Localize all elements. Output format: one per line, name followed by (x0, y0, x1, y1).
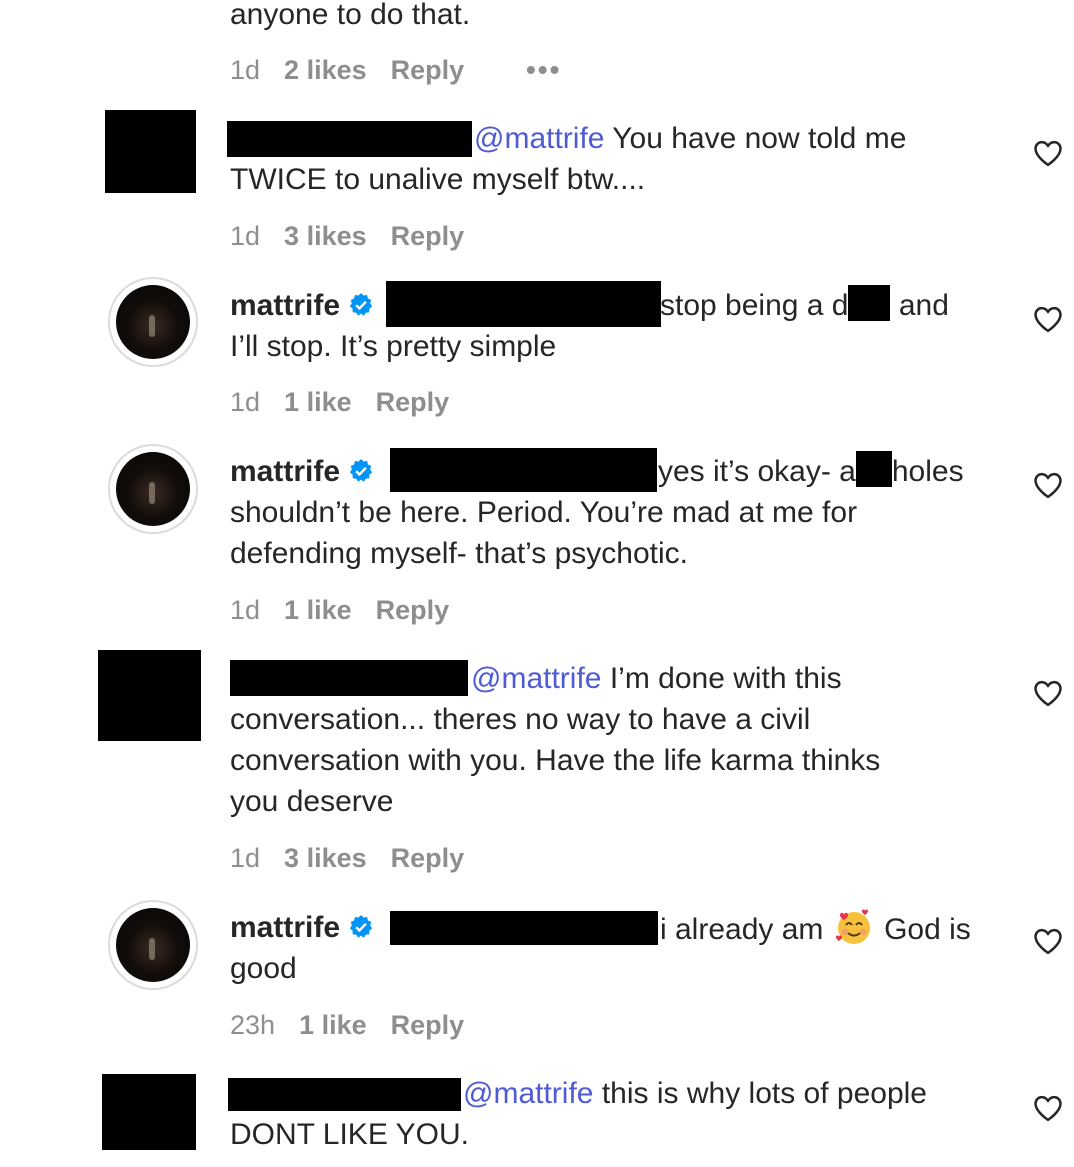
comment-time: 23h (230, 1010, 276, 1040)
likes-count[interactable]: 1 like (284, 387, 352, 417)
verified-badge-icon (349, 293, 373, 316)
comment-text-line: @mattrife You have now told me (474, 122, 907, 155)
comment-time: 1d (230, 843, 261, 873)
comment-text-line: mattrife (230, 451, 374, 492)
heart-outline-icon[interactable] (1033, 471, 1063, 499)
username-link[interactable]: mattrife (230, 455, 340, 488)
comment-text-line: @mattrife I’m done with this (471, 662, 842, 695)
reply-button[interactable]: Reply (376, 387, 450, 417)
likes-count[interactable]: 2 likes (284, 55, 367, 85)
comment-meta: 1d 3 likes Reply (230, 219, 488, 253)
comment-text-line: TWICE to unalive myself btw.... (230, 163, 646, 196)
heart-outline-icon[interactable] (1033, 679, 1063, 707)
redacted-avatar (98, 650, 201, 741)
avatar[interactable] (108, 444, 198, 534)
comment-meta: 1d 3 likes Reply (230, 841, 488, 875)
comment-text-line: stop being a d and (660, 285, 949, 326)
redacted-word (848, 285, 891, 321)
comment-text-line: defending myself- that’s psychotic. (230, 537, 689, 570)
smiling-face-with-hearts-emoji (835, 909, 870, 944)
comment-text-line: mattrife (230, 907, 374, 948)
reply-button[interactable]: Reply (391, 55, 465, 85)
comment-text-line: @mattrife this is why lots of people (463, 1077, 927, 1110)
reply-button[interactable]: Reply (391, 221, 465, 251)
comment-meta: 1d 2 likes Reply (230, 53, 488, 87)
redacted-mention (386, 281, 661, 327)
heart-outline-icon[interactable] (1033, 1094, 1063, 1122)
comment-text-line: conversation with you. Have the life kar… (230, 744, 881, 777)
comment-text-line: conversation... theres no way to have a … (230, 703, 811, 736)
comment-meta: 23h 1 like Reply (230, 1008, 488, 1042)
avatar[interactable] (108, 277, 198, 367)
reply-button[interactable]: Reply (391, 1010, 465, 1040)
heart-outline-icon[interactable] (1033, 305, 1063, 333)
verified-badge-icon (349, 915, 373, 938)
redacted-avatar (102, 1074, 196, 1150)
comment-meta: 1d 1 like Reply (230, 385, 473, 419)
redacted-avatar (105, 110, 196, 193)
reply-button[interactable]: Reply (391, 843, 465, 873)
comment-text-line: yes it’s okay- a holes (658, 451, 964, 492)
comment-time: 1d (230, 55, 261, 85)
more-options-icon[interactable]: ••• (526, 54, 561, 86)
comment-time: 1d (230, 595, 261, 625)
comment-text: anyone to do that. (230, 0, 471, 31)
comment-time: 1d (230, 221, 261, 251)
redacted-mention (390, 448, 657, 492)
comment-text-line: shouldn’t be here. Period. You’re mad at… (230, 496, 858, 529)
comment-text-line: DONT LIKE YOU. (230, 1118, 469, 1151)
mention-link[interactable]: @mattrife (474, 122, 604, 155)
comment-text-line: you deserve (230, 785, 394, 818)
redacted-username (230, 660, 468, 696)
comment-meta: 1d 1 like Reply (230, 593, 473, 627)
likes-count[interactable]: 3 likes (284, 221, 367, 251)
likes-count[interactable]: 1 like (299, 1010, 367, 1040)
username-link[interactable]: mattrife (230, 289, 340, 322)
comment-time: 1d (230, 387, 261, 417)
mention-link[interactable]: @mattrife (463, 1077, 593, 1110)
username-link[interactable]: mattrife (230, 911, 340, 944)
comment-text-line: mattrife (230, 285, 374, 326)
redacted-mention (390, 911, 658, 945)
heart-outline-icon[interactable] (1033, 927, 1063, 955)
redacted-username (227, 121, 472, 157)
verified-badge-icon (349, 459, 373, 482)
redacted-word (855, 451, 892, 487)
redacted-username (228, 1078, 461, 1111)
comment-text-line: I’ll stop. It’s pretty simple (230, 330, 557, 363)
mention-link[interactable]: @mattrife (471, 662, 601, 695)
likes-count[interactable]: 1 like (284, 595, 352, 625)
avatar[interactable] (108, 900, 198, 990)
comment-text-line: good (230, 952, 297, 985)
likes-count[interactable]: 3 likes (284, 843, 367, 873)
heart-outline-icon[interactable] (1033, 139, 1063, 167)
comment-text-line: i already am God is (660, 907, 971, 950)
reply-button[interactable]: Reply (376, 595, 450, 625)
